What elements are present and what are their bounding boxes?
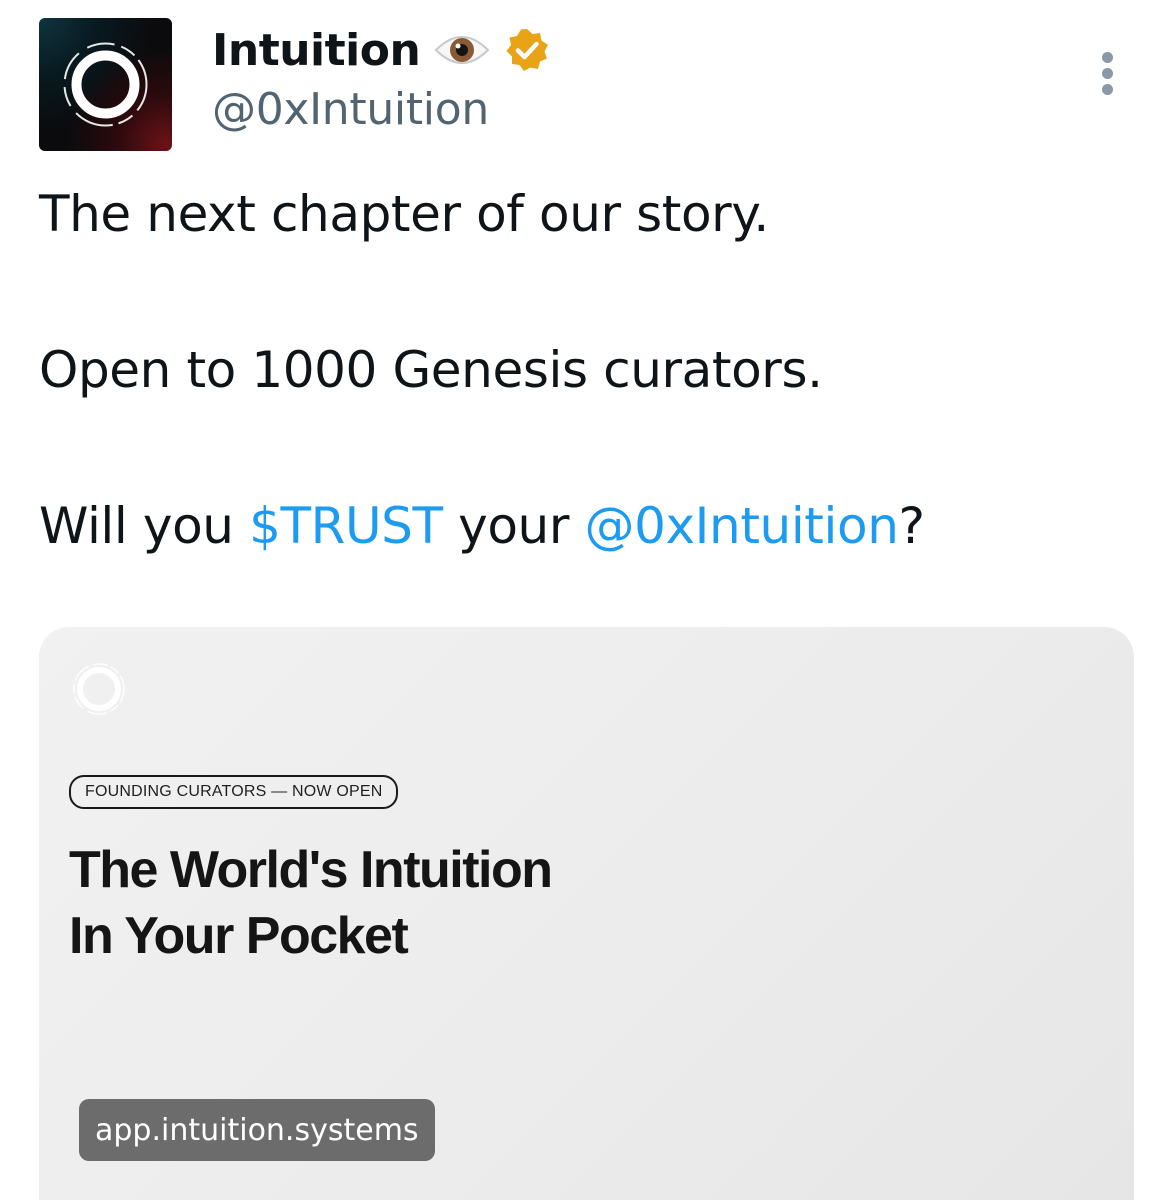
eye-icon	[434, 30, 490, 70]
more-dot-icon	[1102, 68, 1113, 79]
verified-badge-icon[interactable]	[504, 27, 550, 73]
author-name-row: Intuition	[212, 22, 550, 78]
cashtag-link[interactable]: $TRUST	[249, 497, 443, 555]
tweet-text-segment: your	[442, 497, 585, 555]
author-handle[interactable]: @0xIntuition	[212, 84, 489, 135]
card-heading-line: In Your Pocket	[69, 907, 409, 965]
card-badge: FOUNDING CURATORS — NOW OPEN	[69, 775, 399, 809]
tweet-text-line: The next chapter of our story.	[39, 185, 769, 243]
more-dot-icon	[1102, 84, 1113, 95]
intuition-logo-icon	[63, 42, 148, 127]
card-heading-line: The World's Intuition	[69, 841, 553, 899]
tweet-text-line: Will you $TRUST your @0xIntuition?	[39, 497, 925, 555]
card-heading: The World's Intuition In Your Pocket	[69, 837, 553, 969]
tweet-text-segment: Will you	[39, 497, 250, 555]
avatar[interactable]	[39, 18, 172, 151]
more-dot-icon	[1102, 52, 1113, 63]
author-display-name[interactable]: Intuition	[212, 25, 421, 76]
tweet-text-line: Open to 1000 Genesis curators.	[39, 341, 823, 399]
mention-link[interactable]: @0xIntuition	[584, 497, 898, 555]
intuition-logo-icon	[69, 659, 129, 719]
card-domain-label[interactable]: app.intuition.systems	[79, 1099, 435, 1161]
link-preview-card[interactable]: FOUNDING CURATORS — NOW OPEN The World's…	[39, 627, 1134, 1200]
more-options-button[interactable]	[1092, 52, 1124, 96]
tweet-text-segment: ?	[898, 497, 925, 555]
